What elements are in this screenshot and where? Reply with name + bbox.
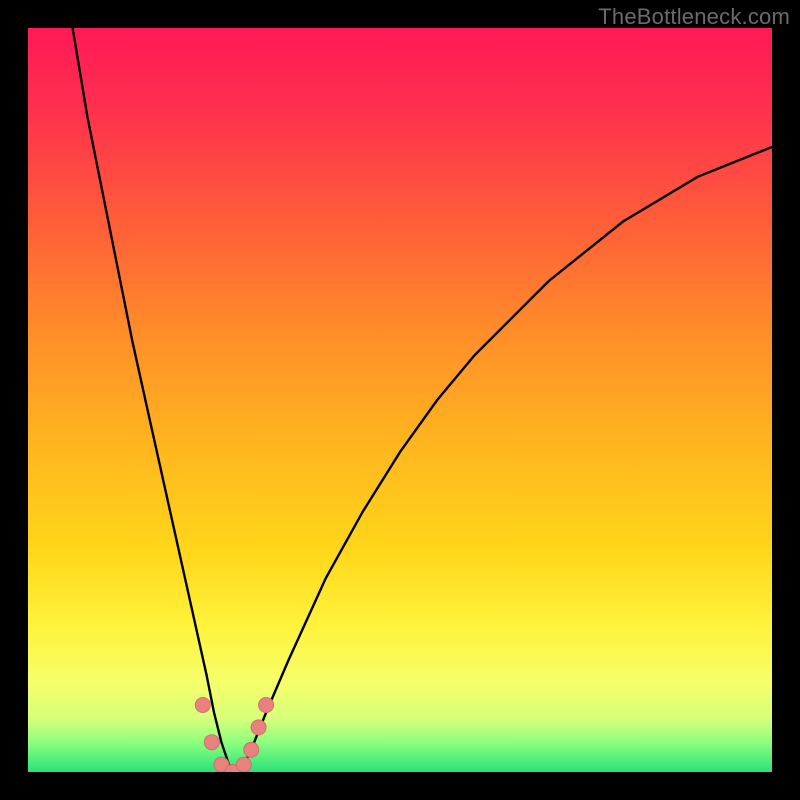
curve-marker [204,735,219,750]
gradient-field [28,28,772,772]
curve-marker [236,757,251,772]
watermark-text: TheBottleneck.com [598,4,790,30]
curve-marker [244,742,259,757]
curve-marker [195,698,210,713]
chart-frame [28,28,772,772]
bottleneck-chart [28,28,772,772]
curve-marker [251,720,266,735]
curve-marker [259,698,274,713]
